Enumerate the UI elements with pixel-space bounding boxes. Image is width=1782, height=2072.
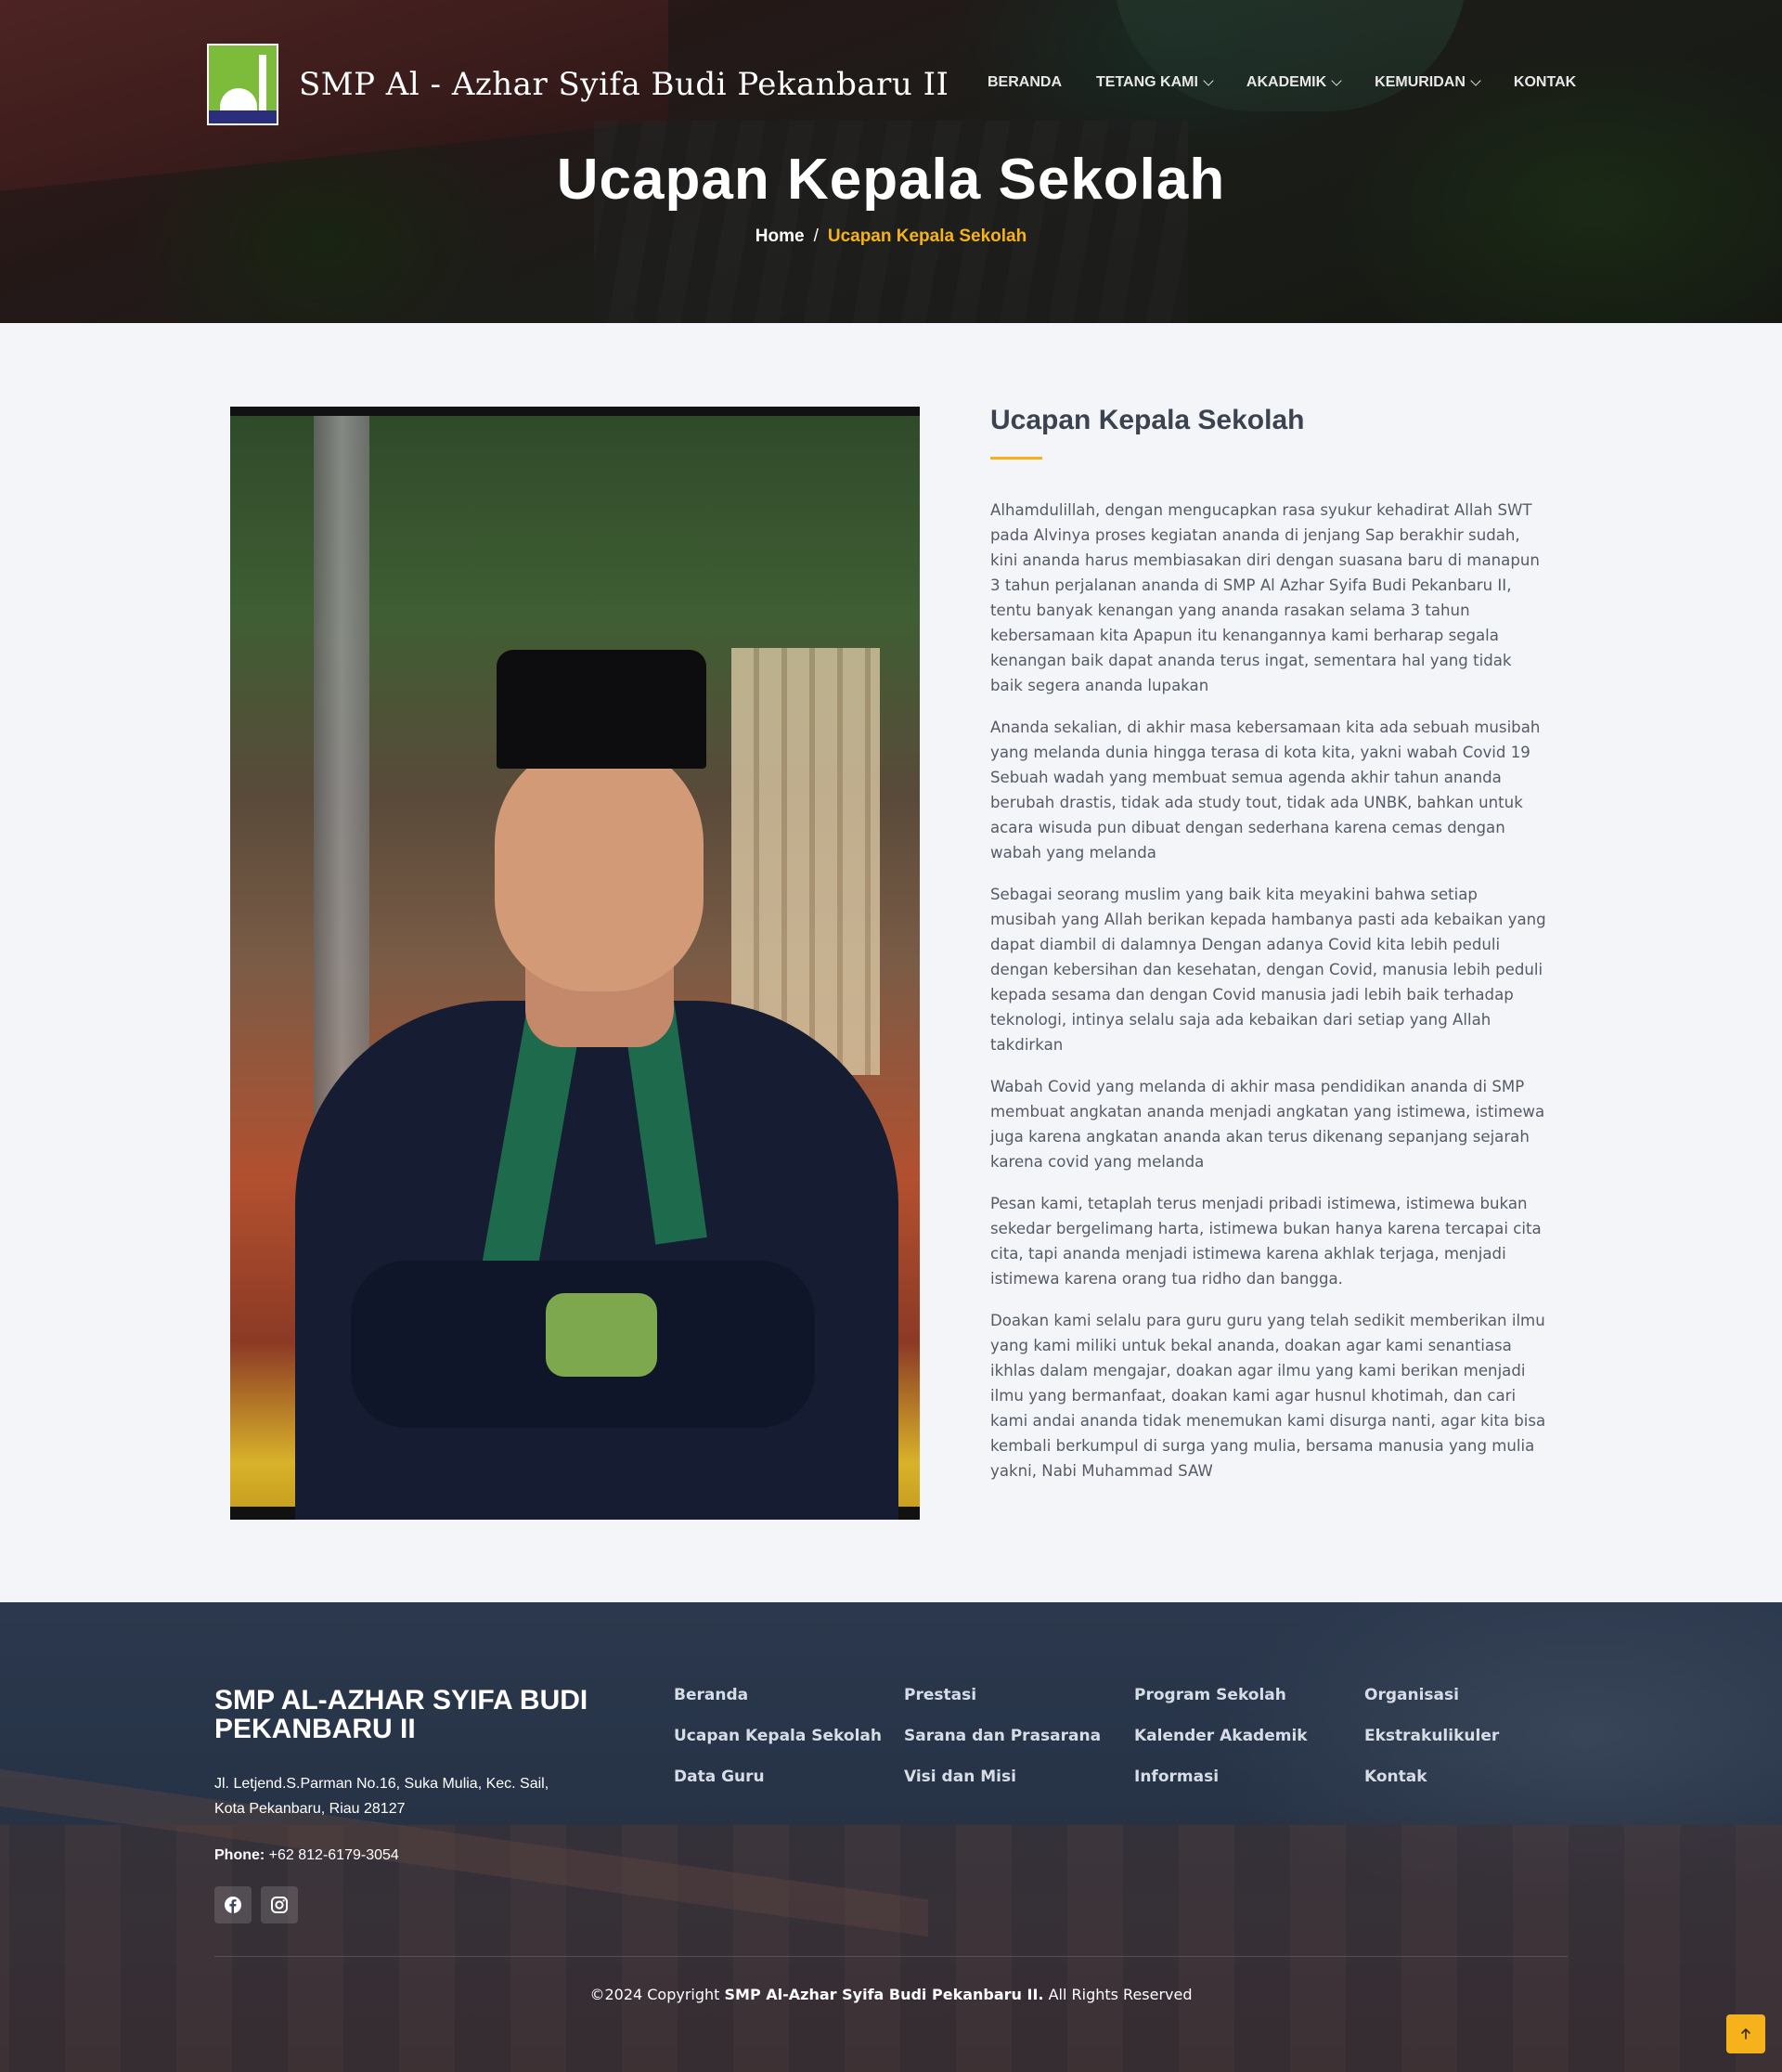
nav-item-akademik[interactable]: AKADEMIK — [1246, 74, 1342, 91]
footer-link-kalender-akademik[interactable]: Kalender Akademik — [1134, 1727, 1364, 1745]
principal-photo — [230, 407, 920, 1520]
principal-message: Ucapan Kepala Sekolah Alhamdulillah, den… — [990, 405, 1547, 1500]
message-paragraph: Alhamdulillah, dengan mengucapkan rasa s… — [990, 501, 1540, 694]
address-line: Jl. Letjend.S.Parman No.16, Suka Mulia, … — [214, 1776, 549, 1792]
chevron-down-icon — [1203, 75, 1214, 86]
photo-person-face — [495, 741, 704, 991]
copyright-prefix: ©2024 Copyright — [589, 1986, 720, 2003]
message-paragraph: Sebagai seorang muslim yang baik kita me… — [990, 886, 1546, 1054]
back-to-top-button[interactable] — [1726, 2014, 1765, 2053]
footer-link-organisasi[interactable]: Organisasi — [1364, 1686, 1569, 1704]
breadcrumb-separator: / — [813, 227, 819, 246]
nav-label: TETANG KAMI — [1096, 74, 1198, 90]
phone-label: Phone: — [214, 1847, 265, 1863]
footer-link-data-guru[interactable]: Data Guru — [674, 1768, 904, 1786]
breadcrumb: Home / Ucapan Kepala Sekolah — [0, 227, 1782, 247]
instagram-link[interactable] — [261, 1886, 298, 1923]
hero-header: SMP Al - Azhar Syifa Budi Pekanbaru II B… — [0, 0, 1782, 323]
section-heading: Ucapan Kepala Sekolah — [990, 405, 1305, 435]
facebook-icon — [225, 1897, 241, 1913]
footer-link-kontak[interactable]: Kontak — [1364, 1768, 1569, 1786]
nav-item-kemuridan[interactable]: KEMURIDAN — [1375, 74, 1481, 91]
footer-link-ekstrakulikuler[interactable]: Ekstrakulikuler — [1364, 1727, 1569, 1745]
nav-label: KEMURIDAN — [1375, 74, 1466, 90]
school-logo — [207, 44, 278, 125]
footer-school-name: SMP AL-AZHAR SYIFA BUDI PEKANBARU II — [214, 1685, 588, 1744]
facebook-link[interactable] — [214, 1886, 252, 1923]
logo-minaret — [259, 55, 266, 112]
chevron-down-icon — [1331, 75, 1342, 86]
footer-address: Jl. Letjend.S.Parman No.16, Suka Mulia, … — [214, 1771, 567, 1821]
message-paragraph: Pesan kami, tetaplah terus menjadi priba… — [990, 1195, 1542, 1288]
footer-divider — [214, 1956, 1568, 1957]
brand-name: SMP Al - Azhar Syifa Budi Pekanbaru II — [299, 66, 949, 103]
social-links — [214, 1886, 298, 1923]
footer-link-beranda[interactable]: Beranda — [674, 1686, 904, 1704]
nav-label: BERANDA — [988, 74, 1062, 90]
footer-link-program-sekolah[interactable]: Program Sekolah — [1134, 1686, 1364, 1704]
nav-item-tetang-kami[interactable]: TETANG KAMI — [1096, 74, 1214, 91]
breadcrumb-home-link[interactable]: Home — [755, 227, 805, 246]
message-paragraph: Wabah Covid yang melanda di akhir masa p… — [990, 1078, 1545, 1171]
copyright: ©2024 Copyright SMP Al-Azhar Syifa Budi … — [0, 1986, 1782, 2003]
nav-item-beranda[interactable]: BERANDA — [988, 74, 1062, 91]
site-footer: SMP AL-AZHAR SYIFA BUDI PEKANBARU II Jl.… — [0, 1602, 1782, 2072]
footer-link-ucapan-kepala-sekolah[interactable]: Ucapan Kepala Sekolah — [674, 1727, 904, 1745]
footer-link-visi-misi[interactable]: Visi dan Misi — [904, 1768, 1134, 1786]
copyright-brand: SMP Al-Azhar Syifa Budi Pekanbaru II. — [724, 1986, 1044, 2003]
address-line: Kota Pekanbaru, Riau 28127 — [214, 1801, 406, 1817]
instagram-icon — [271, 1897, 288, 1913]
phone-value: +62 812-6179-3054 — [268, 1847, 399, 1863]
footer-link-prestasi[interactable]: Prestasi — [904, 1686, 1134, 1704]
footer-link-informasi[interactable]: Informasi — [1134, 1768, 1364, 1786]
footer-links: Beranda Prestasi Program Sekolah Organis… — [674, 1686, 1569, 1786]
logo-dome — [220, 88, 257, 112]
footer-link-sarana-prasarana[interactable]: Sarana dan Prasarana — [904, 1727, 1134, 1745]
nav-item-kontak[interactable]: KONTAK — [1514, 74, 1576, 91]
nav-label: AKADEMIK — [1246, 74, 1327, 90]
nav-label: KONTAK — [1513, 74, 1577, 90]
photo-person-cap — [497, 650, 706, 769]
arrow-up-icon — [1741, 2028, 1750, 2040]
brand-link[interactable]: SMP Al - Azhar Syifa Budi Pekanbaru II — [207, 44, 949, 125]
breadcrumb-current: Ucapan Kepala Sekolah — [827, 227, 1027, 246]
page-title: Ucapan Kepala Sekolah — [556, 148, 1226, 212]
logo-base — [209, 110, 277, 123]
message-paragraph: Ananda sekalian, di akhir masa kebersama… — [990, 719, 1541, 861]
chevron-down-icon — [1470, 75, 1481, 86]
photo-person-cuff — [546, 1293, 657, 1377]
main-nav: BERANDA TETANG KAMI AKADEMIK KEMURIDAN K… — [988, 74, 1610, 91]
heading-underline — [990, 457, 1042, 460]
footer-phone: Phone: +62 812-6179-3054 — [214, 1847, 399, 1864]
message-paragraph: Doakan kami selalu para guru guru yang t… — [990, 1312, 1546, 1480]
copyright-suffix: All Rights Reserved — [1048, 1986, 1193, 2003]
